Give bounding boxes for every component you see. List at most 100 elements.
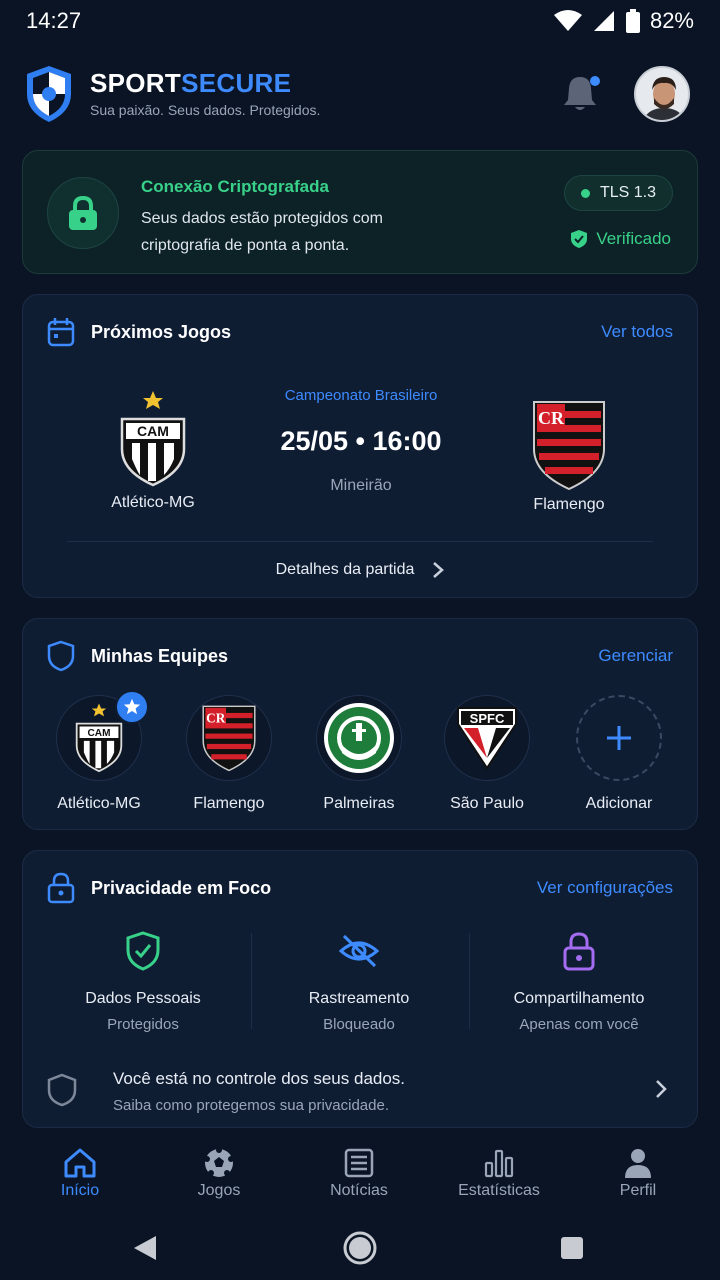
battery-icon bbox=[625, 9, 640, 33]
svg-text:CAM: CAM bbox=[137, 423, 169, 439]
competition-name: Campeonato Brasileiro bbox=[284, 387, 438, 404]
sao-paulo-crest-icon: SPFC bbox=[457, 707, 517, 770]
favorite-badge bbox=[115, 690, 149, 724]
back-icon[interactable] bbox=[132, 1234, 158, 1262]
away-team[interactable]: CR Flamengo bbox=[509, 399, 629, 514]
wifi-icon bbox=[553, 10, 582, 31]
verified-status: Verificado bbox=[570, 229, 671, 249]
status-bar: 14:27 82% bbox=[0, 0, 720, 44]
nav-label: Notícias bbox=[330, 1182, 388, 1199]
person-icon bbox=[625, 1149, 651, 1178]
team-logo-circle: SPFC bbox=[444, 695, 530, 781]
eye-off-icon bbox=[338, 934, 380, 968]
shield-logo-icon bbox=[27, 66, 71, 122]
signal-icon bbox=[593, 11, 614, 31]
see-all-link[interactable]: Ver todos bbox=[601, 322, 673, 342]
match-datetime: 25/05 • 16:00 bbox=[280, 426, 442, 456]
brand-name: SPORTSECURE bbox=[90, 68, 291, 99]
flamengo-crest-icon: CR bbox=[533, 401, 605, 491]
settings-link[interactable]: Ver configurações bbox=[537, 878, 673, 898]
team-label: Flamengo bbox=[193, 795, 265, 812]
privacy-info-title: Você está no controle dos seus dados. bbox=[113, 1069, 406, 1088]
nav-label: Jogos bbox=[197, 1182, 241, 1199]
team-label: São Paulo bbox=[450, 795, 524, 812]
status-icons: 82% bbox=[553, 8, 694, 34]
privacy-tracking: Rastreamento Bloqueado bbox=[259, 931, 459, 1033]
svg-text:CAM: CAM bbox=[88, 728, 111, 739]
team-logo-circle: CR bbox=[186, 695, 272, 781]
nav-item-news[interactable]: Notícias bbox=[299, 1144, 419, 1200]
palmeiras-crest-icon bbox=[324, 703, 394, 773]
avatar[interactable] bbox=[634, 66, 690, 122]
lock-icon bbox=[563, 932, 595, 971]
privacy-info-subtitle: Saiba como protegemos sua privacidade. bbox=[113, 1097, 389, 1114]
privacy-sharing: Compartilhamento Apenas com você bbox=[479, 931, 679, 1033]
card-divider bbox=[67, 541, 653, 542]
shield-outline-icon bbox=[47, 1073, 77, 1107]
nav-item-games[interactable]: Jogos bbox=[159, 1144, 279, 1200]
verified-label: Verificado bbox=[596, 229, 671, 248]
check-shield-icon bbox=[126, 931, 160, 971]
nav-item-home[interactable]: Início bbox=[20, 1144, 140, 1200]
add-team-button[interactable]: Adicionar bbox=[559, 695, 679, 813]
home-icon bbox=[64, 1148, 96, 1178]
svg-text:SPFC: SPFC bbox=[470, 711, 505, 726]
team-chip-atletico[interactable]: CAM Atlético-MG bbox=[39, 690, 159, 813]
add-team-label: Adicionar bbox=[585, 795, 653, 812]
tagline: Sua paixão. Seus dados. Protegidos. bbox=[90, 102, 321, 118]
team-chip-sao-paulo[interactable]: SPFC São Paulo bbox=[427, 695, 547, 813]
secure-description: Seus dados estão protegidos com criptogr… bbox=[141, 210, 383, 254]
brand-part-2: SECURE bbox=[181, 68, 292, 98]
check-shield-icon bbox=[571, 230, 588, 248]
home-team-name: Atlético-MG bbox=[111, 494, 195, 511]
avatar-image bbox=[636, 68, 688, 120]
recents-icon[interactable] bbox=[560, 1236, 584, 1260]
manage-link[interactable]: Gerenciar bbox=[598, 646, 673, 666]
nav-item-stats[interactable]: Estatísticas bbox=[439, 1144, 559, 1200]
match-details-label: Detalhes da partida bbox=[275, 561, 415, 578]
status-time: 14:27 bbox=[26, 8, 82, 33]
team-chip-flamengo[interactable]: CR Flamengo bbox=[169, 695, 289, 813]
column-divider bbox=[251, 933, 252, 1029]
secure-connection-card: Conexão Criptografada Seus dados estão p… bbox=[22, 150, 698, 274]
svg-text:CR: CR bbox=[206, 711, 226, 726]
home-team[interactable]: CAM Atlético-MG bbox=[93, 389, 213, 512]
soccer-ball-icon bbox=[204, 1147, 234, 1177]
games-title: Próximos Jogos bbox=[91, 321, 232, 342]
app-header: SPORTSECURE Sua paixão. Seus dados. Prot… bbox=[0, 60, 720, 130]
privacy-info-row[interactable]: Você está no controle dos seus dados. Sa… bbox=[47, 1065, 673, 1119]
team-logo-circle bbox=[316, 695, 402, 781]
lock-badge bbox=[47, 177, 119, 249]
system-navigation-bar bbox=[0, 1216, 720, 1280]
privacy-personal-data: Dados Pessoais Protegidos bbox=[43, 931, 243, 1033]
shield-outline-icon bbox=[47, 640, 75, 672]
team-chip-palmeiras[interactable]: Palmeiras bbox=[299, 695, 419, 813]
match-details-button[interactable]: Detalhes da partida bbox=[23, 553, 697, 587]
flamengo-crest-icon: CR bbox=[202, 705, 256, 772]
lock-icon bbox=[69, 196, 97, 230]
secure-title: Conexão Criptografada bbox=[141, 177, 329, 196]
nav-item-profile[interactable]: Perfil bbox=[578, 1144, 698, 1200]
teams-header: Minhas Equipes Gerenciar bbox=[47, 640, 673, 672]
chevron-right-icon bbox=[656, 1080, 667, 1098]
privacy-header: Privacidade em Foco Ver configurações bbox=[47, 872, 673, 904]
brand-part-1: SPORT bbox=[90, 68, 182, 98]
nav-label: Perfil bbox=[619, 1182, 657, 1199]
tls-badge: TLS 1.3 bbox=[563, 175, 673, 211]
privacy-item-title: Compartilhamento bbox=[513, 990, 645, 1007]
privacy-item-title: Rastreamento bbox=[308, 990, 410, 1007]
games-header: Próximos Jogos Ver todos bbox=[47, 317, 673, 347]
home-button-icon[interactable] bbox=[342, 1230, 378, 1266]
tls-label: TLS 1.3 bbox=[599, 184, 656, 201]
notification-dot bbox=[590, 76, 600, 86]
away-team-name: Flamengo bbox=[533, 496, 605, 513]
team-label: Palmeiras bbox=[323, 795, 395, 812]
upcoming-games-card: Próximos Jogos Ver todos CAM Atlético-MG… bbox=[22, 294, 698, 598]
nav-label: Início bbox=[60, 1182, 100, 1199]
atletico-crest-icon: CAM bbox=[120, 391, 186, 487]
team-logo-circle: CAM bbox=[56, 690, 149, 781]
privacy-item-status: Protegidos bbox=[107, 1016, 179, 1033]
svg-text:CR: CR bbox=[538, 408, 565, 428]
bar-chart-icon bbox=[484, 1149, 514, 1178]
plus-icon bbox=[607, 726, 631, 750]
